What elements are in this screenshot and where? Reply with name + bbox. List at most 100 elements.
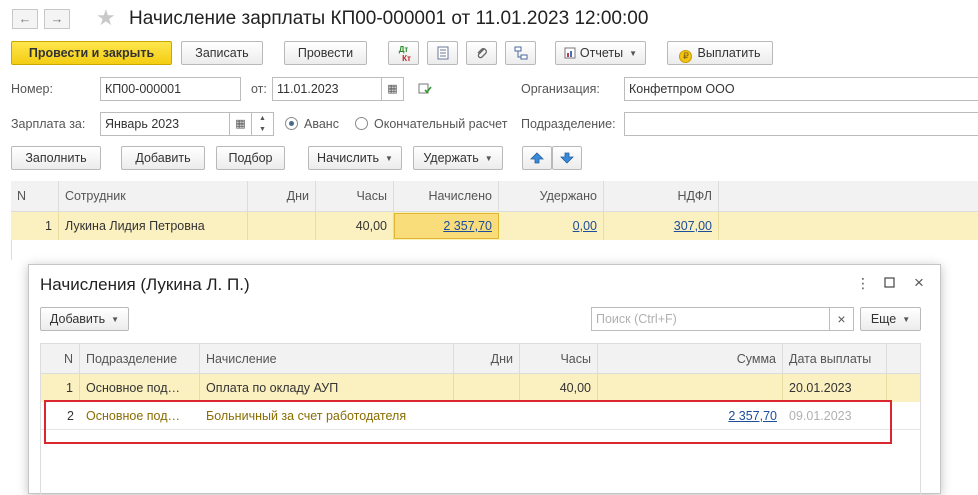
dept-field[interactable] bbox=[624, 112, 978, 136]
row-sum bbox=[598, 374, 783, 402]
attach-button[interactable] bbox=[466, 41, 497, 65]
window-title: Начисления (Лукина Л. П.) bbox=[40, 275, 250, 294]
list-button[interactable] bbox=[427, 41, 458, 65]
col-hours[interactable]: Часы bbox=[520, 344, 598, 373]
fill-button[interactable]: Заполнить bbox=[11, 146, 101, 170]
calendar-icon[interactable]: ▦ bbox=[230, 112, 252, 136]
salary-period-field[interactable]: Январь 2023 bbox=[100, 112, 230, 136]
chevron-down-icon: ▼ bbox=[111, 314, 120, 324]
table-row[interactable]: 1 Основное под… Оплата по окладу АУП 40,… bbox=[40, 374, 921, 402]
ndfl-link[interactable]: 307,00 bbox=[674, 219, 712, 233]
col-days[interactable]: Дни bbox=[454, 344, 520, 373]
pay-button[interactable]: ₽ Выплатить bbox=[667, 41, 773, 65]
col-accrual[interactable]: Начисление bbox=[200, 344, 454, 373]
report-icon bbox=[564, 47, 576, 59]
row-hours: 40,00 bbox=[316, 212, 394, 240]
coin-icon: ₽ bbox=[679, 50, 693, 63]
document-list-icon bbox=[437, 46, 448, 60]
row-n: 1 bbox=[11, 212, 59, 240]
col-sum[interactable]: Сумма bbox=[598, 344, 783, 373]
org-label: Организация: bbox=[521, 82, 600, 96]
post-and-close-button[interactable]: Провести и закрыть bbox=[11, 41, 172, 65]
dept-label: Подразделение: bbox=[521, 117, 616, 131]
favorite-star-icon[interactable]: ★ bbox=[96, 6, 116, 30]
document-status-icon[interactable] bbox=[418, 83, 432, 98]
arrow-left-icon: ← bbox=[18, 11, 32, 26]
final-settlement-radio[interactable] bbox=[355, 117, 368, 130]
date-label: от: bbox=[251, 82, 267, 96]
number-field[interactable]: КП00-000001 bbox=[100, 77, 241, 101]
col-accrued[interactable]: Начислено bbox=[394, 181, 499, 211]
col-withheld[interactable]: Удержано bbox=[499, 181, 604, 211]
highlight-frame bbox=[44, 400, 892, 444]
structure-button[interactable] bbox=[505, 41, 536, 65]
col-ndfl[interactable]: НДФЛ bbox=[604, 181, 719, 211]
search-input[interactable]: Поиск (Ctrl+F) bbox=[591, 307, 830, 331]
final-settlement-label: Окончательный расчет bbox=[374, 117, 508, 131]
number-label: Номер: bbox=[11, 82, 53, 96]
more-button[interactable]: Еще ▼ bbox=[860, 307, 921, 331]
maximize-icon[interactable] bbox=[884, 273, 895, 292]
salary-period-label: Зарплата за: bbox=[11, 117, 86, 131]
date-field[interactable]: 11.01.2023 bbox=[272, 77, 382, 101]
table-border bbox=[40, 430, 41, 495]
calendar-icon[interactable]: ▦ bbox=[382, 77, 404, 101]
col-n[interactable]: N bbox=[41, 344, 80, 373]
arrow-up-icon bbox=[530, 152, 544, 164]
close-icon[interactable]: × bbox=[914, 274, 924, 292]
more-options-icon[interactable]: ⋮ bbox=[856, 274, 870, 292]
advance-radio[interactable] bbox=[285, 117, 298, 130]
chevron-down-icon: ▼ bbox=[484, 153, 493, 163]
row-pay-date: 20.01.2023 bbox=[783, 374, 887, 402]
page-title: Начисление зарплаты КП00-000001 от 11.01… bbox=[129, 8, 649, 29]
paperclip-icon bbox=[477, 48, 487, 59]
row-accrual: Оплата по окладу АУП bbox=[200, 374, 454, 402]
dt-kt-icon: Дт Кт bbox=[398, 45, 411, 63]
arrow-down-icon bbox=[560, 152, 574, 164]
col-hours[interactable]: Часы bbox=[316, 181, 394, 211]
forward-button[interactable]: → bbox=[44, 9, 70, 29]
row-ndfl-cell: 307,00 bbox=[604, 212, 719, 240]
hierarchy-icon bbox=[514, 46, 527, 60]
chevron-down-icon: ▼ bbox=[629, 48, 638, 58]
row-hours: 40,00 bbox=[520, 374, 598, 402]
post-button[interactable]: Провести bbox=[284, 41, 367, 65]
col-employee[interactable]: Сотрудник bbox=[59, 181, 248, 211]
accrue-button[interactable]: Начислить ▼ bbox=[308, 146, 402, 170]
arrow-right-icon: → bbox=[50, 11, 64, 26]
write-button[interactable]: Записать bbox=[181, 41, 263, 65]
col-department[interactable]: Подразделение bbox=[80, 344, 200, 373]
row-accrued-cell[interactable]: 2 357,70 bbox=[394, 213, 499, 239]
table-border bbox=[920, 343, 921, 495]
pick-button[interactable]: Подбор bbox=[216, 146, 285, 170]
period-stepper[interactable]: ▲ ▼ bbox=[252, 112, 274, 136]
sub-add-button[interactable]: Добавить ▼ bbox=[40, 307, 129, 331]
org-field[interactable]: Конфетпром ООО bbox=[624, 77, 978, 101]
dt-kt-button[interactable]: Дт Кт bbox=[388, 41, 419, 65]
col-n[interactable]: N bbox=[11, 181, 59, 211]
chevron-down-icon: ▼ bbox=[902, 314, 911, 324]
col-pay-date[interactable]: Дата выплаты bbox=[783, 344, 887, 373]
move-down-button[interactable] bbox=[552, 146, 582, 170]
row-employee: Лукина Лидия Петровна bbox=[59, 212, 248, 240]
accrued-link[interactable]: 2 357,70 bbox=[443, 219, 492, 233]
withheld-link[interactable]: 0,00 bbox=[573, 219, 597, 233]
row-days bbox=[248, 212, 316, 240]
col-days[interactable]: Дни bbox=[248, 181, 316, 211]
row-withheld-cell: 0,00 bbox=[499, 212, 604, 240]
accruals-table-header: N Подразделение Начисление Дни Часы Сумм… bbox=[40, 343, 921, 374]
accruals-window: Начисления (Лукина Л. П.) ⋮ × Добавить ▼ … bbox=[28, 264, 941, 495]
clear-search-icon[interactable]: × bbox=[830, 307, 854, 331]
move-up-button[interactable] bbox=[522, 146, 552, 170]
row-n: 1 bbox=[41, 374, 80, 402]
table-border bbox=[11, 240, 12, 260]
back-button[interactable]: ← bbox=[12, 9, 38, 29]
add-button[interactable]: Добавить bbox=[121, 146, 205, 170]
employees-table-header: N Сотрудник Дни Часы Начислено Удержано … bbox=[11, 181, 978, 212]
advance-label: Аванс bbox=[304, 117, 339, 131]
reports-button[interactable]: Отчеты ▼ bbox=[555, 41, 646, 65]
row-department: Основное под… bbox=[80, 374, 200, 402]
deduct-button[interactable]: Удержать ▼ bbox=[413, 146, 503, 170]
table-row[interactable]: 1 Лукина Лидия Петровна 40,00 2 357,70 0… bbox=[11, 212, 978, 240]
row-days bbox=[454, 374, 520, 402]
